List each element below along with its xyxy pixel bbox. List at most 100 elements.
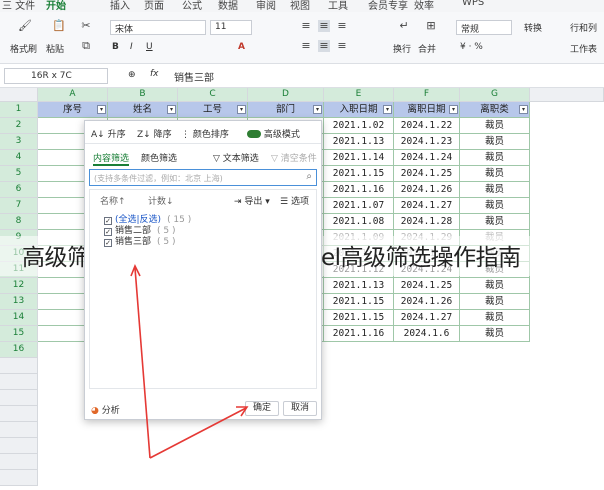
row-header[interactable]: 12	[0, 278, 38, 294]
row-header-empty[interactable]	[0, 438, 38, 454]
entry-date-cell[interactable]: 2021.1.16	[324, 326, 394, 342]
row-header[interactable]: 3	[0, 134, 38, 150]
column-header[interactable]: F	[394, 88, 460, 102]
row-header[interactable]: 13	[0, 294, 38, 310]
row-header[interactable]: 15	[0, 326, 38, 342]
align-right-icon[interactable]: ≡	[336, 40, 348, 52]
name-box[interactable]: 16R x 7C	[4, 68, 108, 84]
currency-button[interactable]: ¥ · %	[460, 42, 483, 52]
row-header[interactable]: 2	[0, 118, 38, 134]
align-center-icon[interactable]: ≡	[318, 40, 330, 52]
menu-tab[interactable]: 数据	[218, 0, 238, 12]
menu-tab[interactable]: 三 文件	[2, 0, 35, 12]
leave-type-cell[interactable]: 裁员	[460, 310, 530, 326]
table-header-cell[interactable]: 入职日期 ▾	[324, 102, 394, 118]
menu-tab[interactable]: 会员专享	[368, 0, 408, 12]
advanced-mode-toggle[interactable]: 高级模式	[247, 127, 300, 140]
menu-tab[interactable]: 页面	[144, 0, 164, 12]
font-size-select[interactable]: 11	[210, 20, 252, 35]
leave-date-cell[interactable]: 2024.1.25	[394, 166, 460, 182]
entry-date-cell[interactable]: 2021.1.15	[324, 166, 394, 182]
menu-tab[interactable]: WPS	[462, 0, 484, 8]
export-button[interactable]: ⇥ 导出 ▾	[234, 194, 270, 207]
cut-icon[interactable]: ✂	[80, 20, 92, 32]
zoom-icon[interactable]: ⊕	[128, 70, 136, 80]
leave-date-cell[interactable]: 2024.1.23	[394, 134, 460, 150]
leave-type-cell[interactable]: 裁员	[460, 278, 530, 294]
sort-asc-button[interactable]: A↓ 升序	[91, 127, 126, 140]
row-header-empty[interactable]	[0, 374, 38, 390]
leave-type-cell[interactable]: 裁员	[460, 150, 530, 166]
row-header[interactable]: 16	[0, 342, 38, 358]
sort-desc-button[interactable]: Z↓ 降序	[137, 127, 172, 140]
entry-date-cell[interactable]: 2021.1.16	[324, 182, 394, 198]
font-color-button[interactable]: A	[238, 42, 245, 52]
column-header[interactable]: G	[460, 88, 530, 102]
filter-dropdown-icon[interactable]: ▾	[449, 105, 458, 114]
leave-date-cell[interactable]: 2024.1.25	[394, 278, 460, 294]
options-button[interactable]: ☰ 选项	[280, 194, 309, 207]
table-header-cell[interactable]: 工号 ▾	[178, 102, 248, 118]
row-header[interactable]: 8	[0, 214, 38, 230]
paste-button[interactable]: 粘贴	[46, 42, 64, 55]
column-header[interactable]: E	[324, 88, 394, 102]
rows-cols-button[interactable]: 行和列	[570, 21, 597, 34]
row-header[interactable]: 5	[0, 166, 38, 182]
leave-type-cell[interactable]: 裁员	[460, 326, 530, 342]
sort-by-name[interactable]: 名称↑	[100, 194, 126, 207]
row-header[interactable]: 1	[0, 102, 38, 118]
bold-button[interactable]: B	[112, 42, 119, 52]
ok-button[interactable]: 确定	[245, 401, 279, 416]
leave-type-cell[interactable]: 裁员	[460, 134, 530, 150]
wrap-icon[interactable]: ↵	[398, 20, 410, 32]
leave-date-cell[interactable]: 2024.1.27	[394, 310, 460, 326]
row-header[interactable]: 7	[0, 198, 38, 214]
table-header-cell[interactable]: 部门 ▾	[248, 102, 324, 118]
entry-date-cell[interactable]: 2021.1.07	[324, 198, 394, 214]
menu-tab[interactable]: 公式	[182, 0, 202, 12]
text-filter-button[interactable]: ▽ 文本筛选	[213, 151, 259, 164]
fx-icon[interactable]: fx	[150, 69, 159, 79]
filter-dropdown-icon[interactable]: ▾	[519, 105, 528, 114]
font-name-select[interactable]: 宋体	[110, 20, 206, 35]
color-sort-button[interactable]: ⋮ 颜色排序	[181, 127, 229, 140]
entry-date-cell[interactable]: 2021.1.08	[324, 214, 394, 230]
row-header-empty[interactable]	[0, 470, 38, 486]
filter-dropdown-icon[interactable]: ▾	[383, 105, 392, 114]
align-left-icon[interactable]: ≡	[300, 40, 312, 52]
row-header-empty[interactable]	[0, 454, 38, 470]
leave-date-cell[interactable]: 2024.1.26	[394, 182, 460, 198]
column-header[interactable]: C	[178, 88, 248, 102]
row-header[interactable]: 14	[0, 310, 38, 326]
column-header[interactable]: D	[248, 88, 324, 102]
leave-type-cell[interactable]: 裁员	[460, 182, 530, 198]
paste-icon[interactable]: 📋	[52, 20, 66, 32]
menu-tab[interactable]: 视图	[290, 0, 310, 12]
menu-tab[interactable]: 效率	[414, 0, 434, 12]
table-header-cell[interactable]: 序号 ▾	[38, 102, 108, 118]
analyze-button[interactable]: ◕ 分析	[91, 403, 120, 416]
entry-date-cell[interactable]: 2021.1.02	[324, 118, 394, 134]
convert-button[interactable]: 转换	[524, 21, 542, 34]
merge-button[interactable]: 合并	[418, 42, 436, 55]
align-bottom-icon[interactable]: ≡	[336, 20, 348, 32]
entry-date-cell[interactable]: 2021.1.14	[324, 150, 394, 166]
filter-dropdown-icon[interactable]: ▾	[97, 105, 106, 114]
formula-content[interactable]: 销售三部	[174, 69, 214, 84]
leave-date-cell[interactable]: 2024.1.27	[394, 198, 460, 214]
tab-content-filter[interactable]: 内容筛选	[93, 151, 130, 166]
row-header-empty[interactable]	[0, 406, 38, 422]
table-header-cell[interactable]: 离职日期 ▾	[394, 102, 460, 118]
row-header[interactable]: 4	[0, 150, 38, 166]
clear-condition-button[interactable]: ▽ 清空条件	[271, 151, 317, 164]
column-header[interactable]: A	[38, 88, 108, 102]
format-painter-icon[interactable]: 🖌	[18, 20, 32, 32]
leave-type-cell[interactable]: 裁员	[460, 294, 530, 310]
menu-tab[interactable]: 工具	[328, 0, 348, 12]
entry-date-cell[interactable]: 2021.1.15	[324, 294, 394, 310]
column-header[interactable]: B	[108, 88, 178, 102]
column-header-empty[interactable]	[530, 88, 604, 102]
leave-date-cell[interactable]: 2024.1.6	[394, 326, 460, 342]
sort-by-count[interactable]: 计数↓	[148, 194, 174, 207]
merge-icon[interactable]: ⊞	[425, 20, 437, 32]
